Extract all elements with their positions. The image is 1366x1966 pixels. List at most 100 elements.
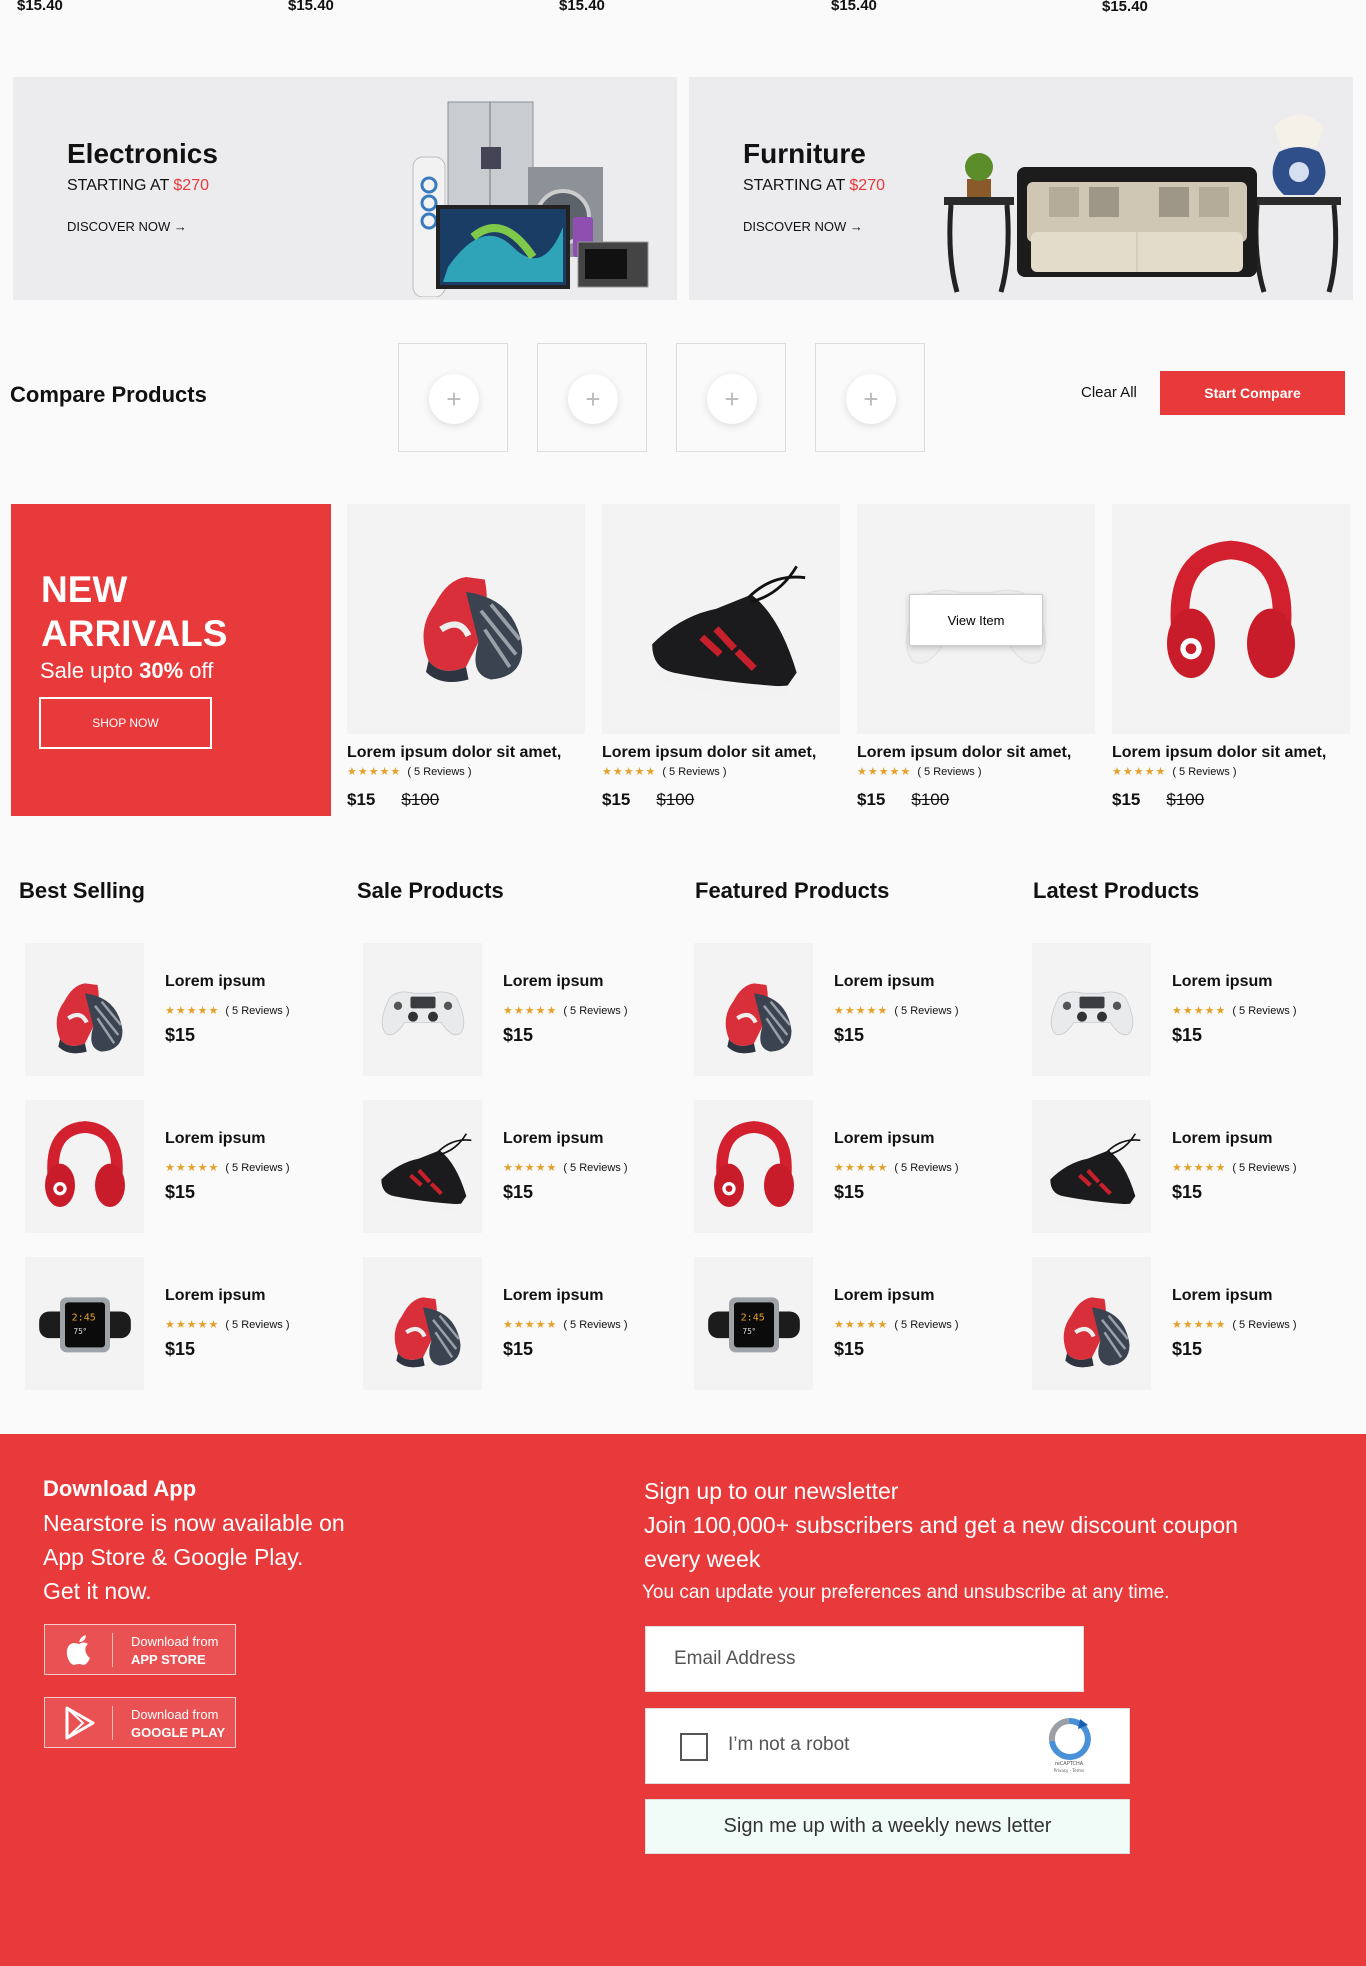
review-count: ( 5 Reviews ) bbox=[894, 1319, 959, 1331]
product-thumbnail[interactable] bbox=[694, 1257, 813, 1390]
compare-slot[interactable]: + bbox=[537, 343, 647, 452]
list-item[interactable]: Lorem ipsum ★★★★★ ( 5 Reviews ) $15 bbox=[363, 1257, 663, 1391]
newsletter-heading: Sign up to our newsletter Join 100,000+ … bbox=[644, 1478, 1238, 1572]
product-image[interactable]: View Item bbox=[857, 504, 1095, 734]
furniture-banner[interactable]: Furniture STARTING AT $270 DISCOVER NOW … bbox=[689, 77, 1353, 300]
list-item[interactable]: Lorem ipsum ★★★★★ ( 5 Reviews ) $15 bbox=[694, 1100, 994, 1234]
product-card[interactable]: Lorem ipsum dolor sit amet, ★★★★★ ( 5 Rev… bbox=[347, 504, 585, 810]
discover-now-link[interactable]: DISCOVER NOW → bbox=[743, 219, 863, 234]
product-card[interactable]: View Item Lorem ipsum dolor sit amet, ★★… bbox=[857, 504, 1095, 810]
clear-all-button[interactable]: Clear All bbox=[1081, 384, 1137, 401]
product-thumbnail[interactable] bbox=[1032, 1100, 1151, 1233]
recaptcha-label: I’m not a robot bbox=[728, 1734, 850, 1755]
product-name[interactable]: Lorem ipsum bbox=[834, 1130, 934, 1148]
list-item[interactable]: Lorem ipsum ★★★★★ ( 5 Reviews ) $15 bbox=[363, 943, 663, 1077]
plus-icon[interactable]: + bbox=[568, 374, 618, 424]
list-item[interactable]: Lorem ipsum ★★★★★ ( 5 Reviews ) $15 bbox=[1032, 943, 1332, 1077]
star-rating-icon: ★★★★★ bbox=[857, 766, 912, 778]
banner-title: Electronics bbox=[67, 138, 218, 169]
old-price: $100 bbox=[656, 790, 695, 809]
red-sneaker-image bbox=[704, 960, 804, 1060]
red-sneaker-image bbox=[35, 960, 135, 1060]
product-name[interactable]: Lorem ipsum bbox=[165, 973, 265, 991]
product-card[interactable]: Lorem ipsum dolor sit amet, ★★★★★ ( 5 Rev… bbox=[602, 504, 840, 810]
product-title[interactable]: Lorem ipsum dolor sit amet, bbox=[347, 744, 585, 762]
list-item[interactable]: Lorem ipsum ★★★★★ ( 5 Reviews ) $15 bbox=[25, 1257, 325, 1391]
product-name[interactable]: Lorem ipsum bbox=[503, 1130, 603, 1148]
game-controller-image bbox=[373, 960, 473, 1060]
view-item-button[interactable]: View Item bbox=[909, 594, 1043, 646]
star-rating-icon: ★★★★★ bbox=[834, 1005, 889, 1017]
product-name[interactable]: Lorem ipsum bbox=[834, 973, 934, 991]
product-thumbnail[interactable] bbox=[1032, 943, 1151, 1076]
product-thumbnail[interactable] bbox=[694, 1100, 813, 1233]
list-item[interactable]: Lorem ipsum ★★★★★ ( 5 Reviews ) $15 bbox=[25, 943, 325, 1077]
list-item[interactable]: Lorem ipsum ★★★★★ ( 5 Reviews ) $15 bbox=[1032, 1257, 1332, 1391]
review-count: ( 5 Reviews ) bbox=[1232, 1162, 1297, 1174]
sale-products-section: Sale Products bbox=[355, 878, 675, 904]
shop-now-button[interactable]: SHOP NOW bbox=[39, 697, 212, 749]
list-item[interactable]: Lorem ipsum ★★★★★ ( 5 Reviews ) $15 bbox=[694, 943, 994, 1077]
compare-slot[interactable]: + bbox=[398, 343, 508, 452]
compare-slot[interactable]: + bbox=[676, 343, 786, 452]
download-app-title: Download App bbox=[43, 1476, 197, 1501]
star-rating-icon: ★★★★★ bbox=[503, 1319, 558, 1331]
start-compare-button[interactable]: Start Compare bbox=[1160, 371, 1345, 415]
promo-sale-text: Sale upto 30% off bbox=[40, 658, 214, 683]
product-title[interactable]: Lorem ipsum dolor sit amet, bbox=[857, 744, 1095, 762]
star-rating-icon: ★★★★★ bbox=[834, 1319, 889, 1331]
smart-watch-image bbox=[704, 1274, 804, 1374]
recaptcha-links[interactable]: Privacy - Terms bbox=[1054, 1768, 1084, 1773]
product-name[interactable]: Lorem ipsum bbox=[165, 1130, 265, 1148]
product-name[interactable]: Lorem ipsum bbox=[834, 1287, 934, 1305]
list-item[interactable]: Lorem ipsum ★★★★★ ( 5 Reviews ) $15 bbox=[363, 1100, 663, 1234]
product-price: $15.40 bbox=[559, 0, 605, 14]
product-thumbnail[interactable] bbox=[363, 1257, 482, 1390]
product-name[interactable]: Lorem ipsum bbox=[503, 973, 603, 991]
product-thumbnail[interactable] bbox=[25, 1100, 144, 1233]
list-item[interactable]: Lorem ipsum ★★★★★ ( 5 Reviews ) $15 bbox=[25, 1100, 325, 1234]
product-title[interactable]: Lorem ipsum dolor sit amet, bbox=[1112, 744, 1350, 762]
plus-icon[interactable]: + bbox=[429, 374, 479, 424]
newsletter-signup-button[interactable]: Sign me up with a weekly news letter bbox=[645, 1799, 1130, 1854]
red-headphones-image bbox=[1151, 534, 1311, 694]
product-name[interactable]: Lorem ipsum bbox=[1172, 1287, 1272, 1305]
review-count: ( 5 Reviews ) bbox=[563, 1319, 628, 1331]
product-card[interactable]: Lorem ipsum dolor sit amet, ★★★★★ ( 5 Rev… bbox=[1112, 504, 1350, 810]
product-thumbnail[interactable] bbox=[1032, 1257, 1151, 1390]
product-thumbnail[interactable] bbox=[363, 1100, 482, 1233]
product-image[interactable] bbox=[347, 504, 585, 734]
product-thumbnail[interactable] bbox=[25, 1257, 144, 1390]
play-icon bbox=[65, 1706, 95, 1740]
product-name[interactable]: Lorem ipsum bbox=[1172, 973, 1272, 991]
old-price: $100 bbox=[1166, 790, 1205, 809]
star-rating-icon: ★★★★★ bbox=[347, 766, 402, 778]
recaptcha-checkbox[interactable] bbox=[680, 1733, 708, 1761]
google-play-button[interactable]: Download from GOOGLE PLAY bbox=[44, 1697, 236, 1748]
product-price: $15.40 bbox=[831, 0, 877, 14]
list-item[interactable]: Lorem ipsum ★★★★★ ( 5 Reviews ) $15 bbox=[1032, 1100, 1332, 1234]
product-thumbnail[interactable] bbox=[25, 943, 144, 1076]
product-image[interactable] bbox=[602, 504, 840, 734]
review-count: ( 5 Reviews ) bbox=[1232, 1005, 1297, 1017]
electronics-banner[interactable]: Electronics STARTING AT $270 DISCOVER NO… bbox=[13, 77, 677, 300]
compare-slot[interactable]: + bbox=[815, 343, 925, 452]
list-item[interactable]: Lorem ipsum ★★★★★ ( 5 Reviews ) $15 bbox=[694, 1257, 994, 1391]
plus-icon[interactable]: + bbox=[846, 374, 896, 424]
product-image[interactable] bbox=[1112, 504, 1350, 734]
discover-now-link[interactable]: DISCOVER NOW → bbox=[67, 219, 187, 234]
section-title: Best Selling bbox=[19, 878, 145, 903]
old-price: $100 bbox=[401, 790, 440, 809]
app-store-button[interactable]: Download from APP STORE bbox=[44, 1624, 236, 1675]
email-field[interactable] bbox=[645, 1626, 1084, 1692]
product-name[interactable]: Lorem ipsum bbox=[165, 1287, 265, 1305]
product-thumbnail[interactable] bbox=[363, 943, 482, 1076]
plus-icon[interactable]: + bbox=[707, 374, 757, 424]
footer: Download App Nearstore is now available … bbox=[0, 1434, 1366, 1966]
product-thumbnail[interactable] bbox=[694, 943, 813, 1076]
product-name[interactable]: Lorem ipsum bbox=[503, 1287, 603, 1305]
product-title[interactable]: Lorem ipsum dolor sit amet, bbox=[602, 744, 840, 762]
recaptcha-logo-icon: reCAPTCHA Privacy - Terms bbox=[1048, 1717, 1091, 1773]
product-name[interactable]: Lorem ipsum bbox=[1172, 1130, 1272, 1148]
star-rating-icon: ★★★★★ bbox=[165, 1319, 220, 1331]
